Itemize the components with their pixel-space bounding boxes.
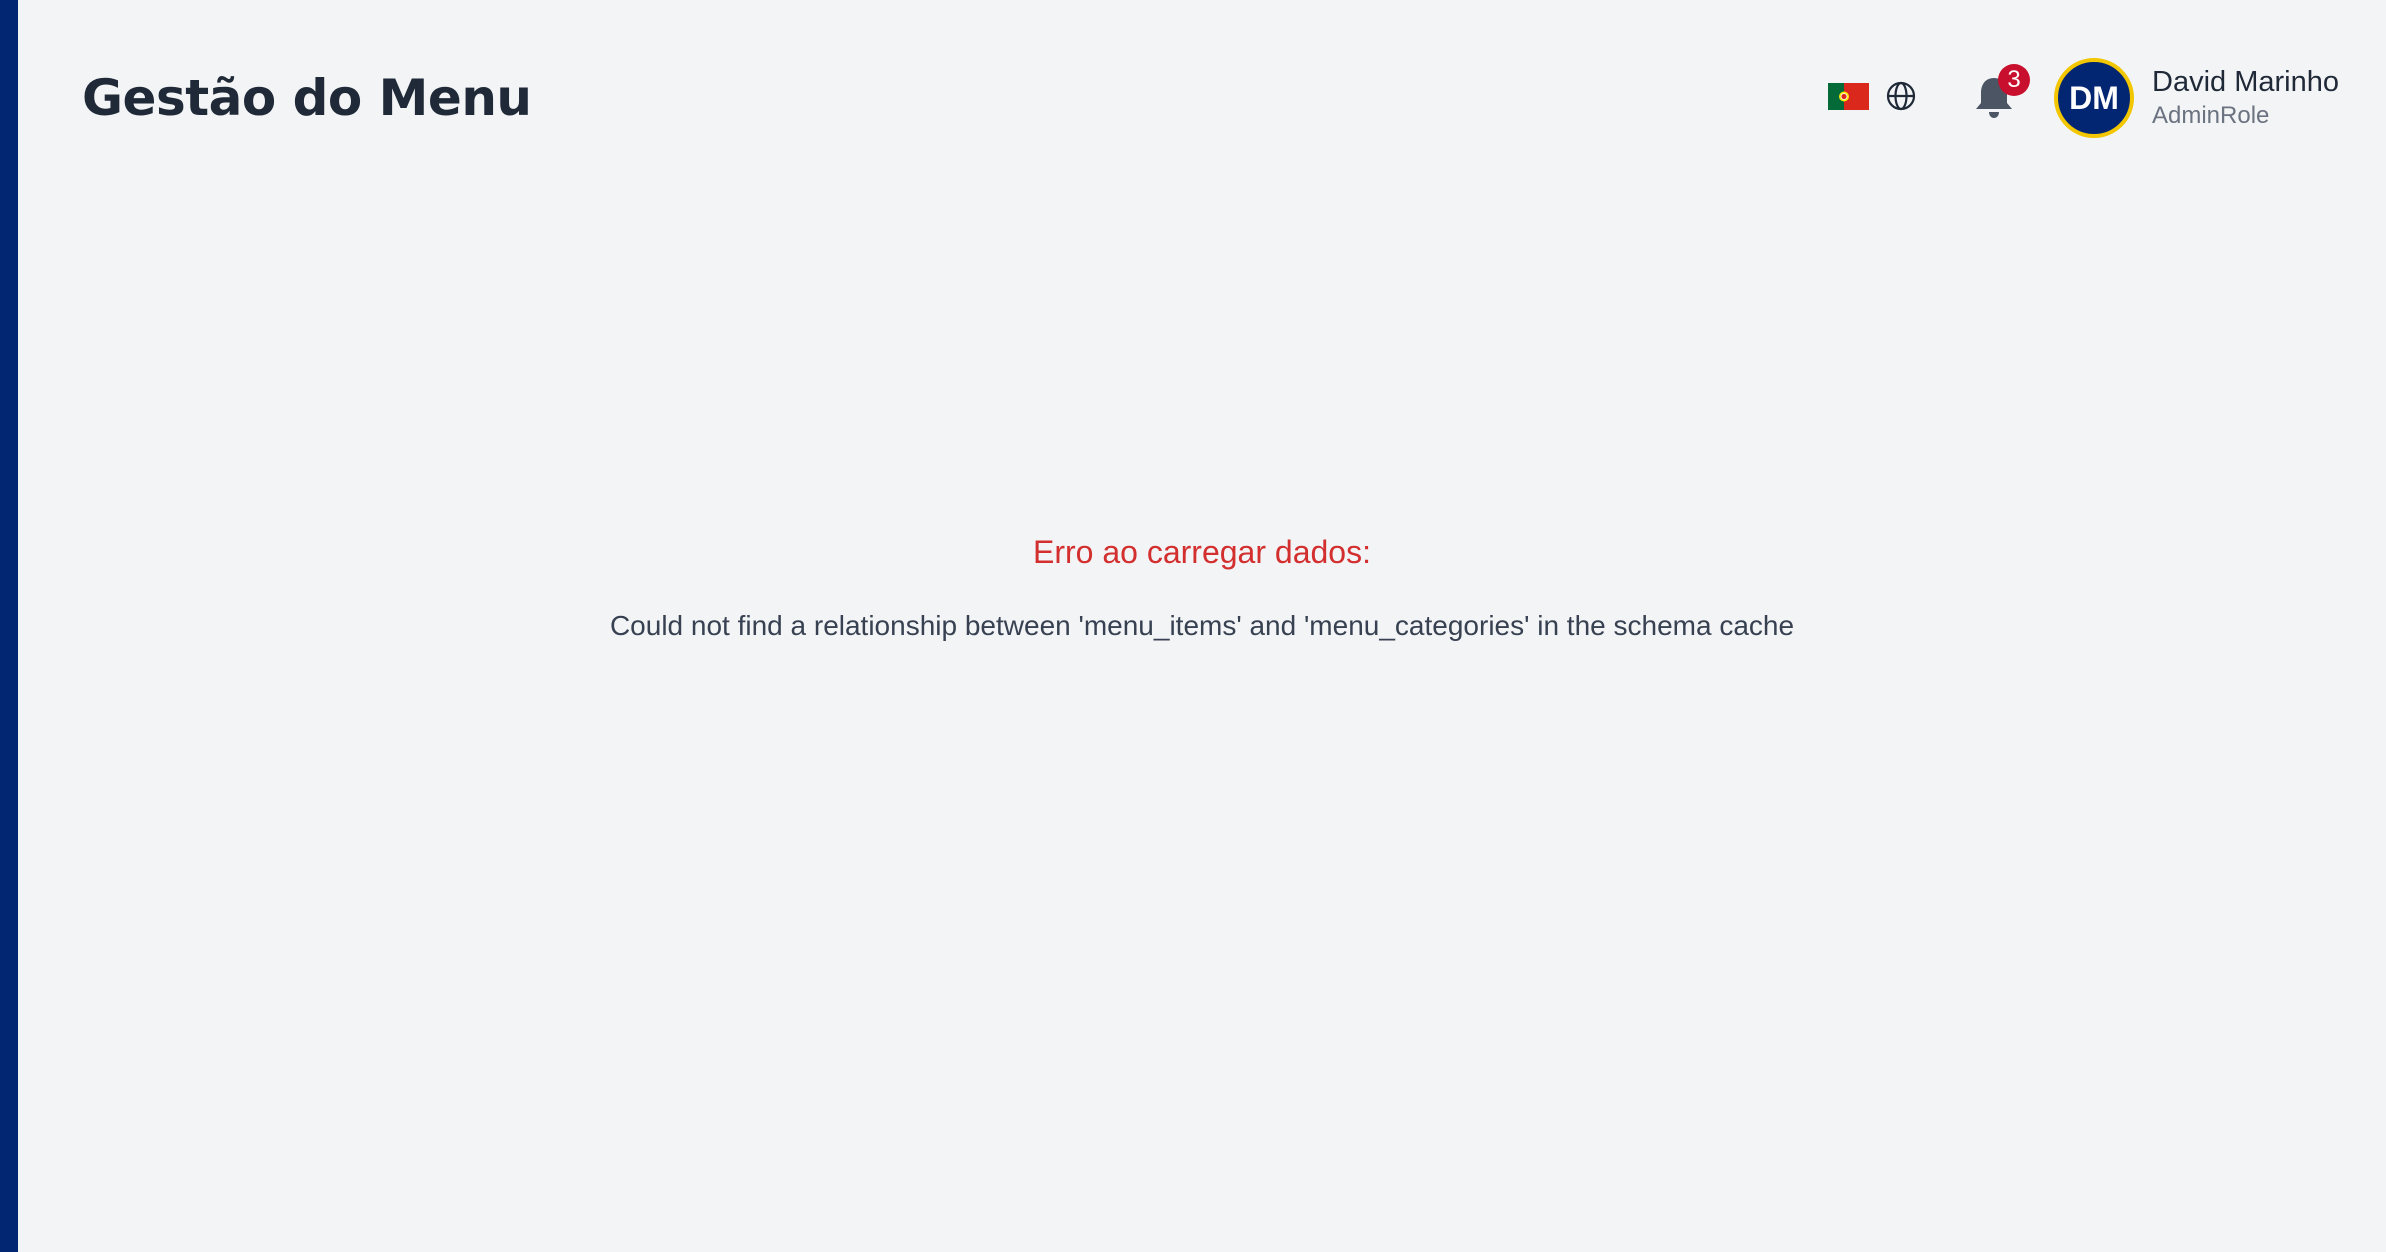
notification-count-badge: 3	[1998, 64, 2030, 96]
error-title: Erro ao carregar dados:	[1033, 534, 1371, 570]
user-menu[interactable]: DM David Marinho AdminRole	[2054, 58, 2339, 138]
avatar-initials: DM	[2069, 79, 2119, 116]
user-info: David Marinho AdminRole	[2152, 64, 2339, 132]
app-window: Gestão do Menu 3 DM David Marinho AdminR…	[0, 0, 2386, 1252]
notifications-button[interactable]: 3	[1962, 62, 2032, 126]
globe-icon[interactable]	[1885, 80, 1917, 112]
error-message: Could not find a relationship between 'm…	[609, 610, 1795, 641]
user-role: AdminRole	[2152, 102, 2270, 129]
language-switcher[interactable]	[1828, 80, 1917, 112]
page-header: Gestão do Menu 3 DM David Marinho AdminR…	[18, 0, 2386, 200]
page-title: Gestão do Menu	[82, 69, 532, 127]
avatar: DM	[2054, 58, 2134, 138]
portugal-flag-icon	[1828, 82, 1869, 110]
user-name: David Marinho	[2152, 66, 2339, 98]
